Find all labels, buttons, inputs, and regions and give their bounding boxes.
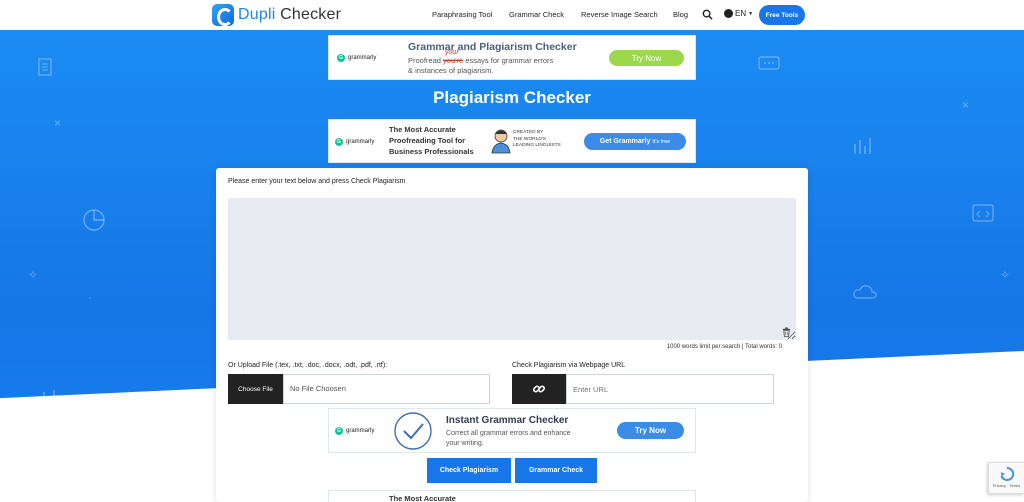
get-grammarly-button[interactable]: Get Grammarly It's free bbox=[584, 133, 686, 150]
ad-mid-text: The Most Accurate Proofreading Tool for … bbox=[389, 125, 474, 156]
ad-next-text: The Most Accurate bbox=[389, 494, 456, 502]
grammar-check-button[interactable]: Grammar Check bbox=[515, 458, 597, 483]
instruction-text: Please enter your text below and press C… bbox=[228, 178, 406, 185]
text-input-area[interactable] bbox=[228, 198, 796, 340]
ad-top-title: Grammar and Plagiarism Checker bbox=[408, 41, 577, 53]
url-input[interactable] bbox=[566, 374, 774, 404]
grammarly-icon: G bbox=[335, 427, 343, 435]
ad-bottom-try-now-button[interactable]: Try Now bbox=[617, 422, 684, 439]
checkmark-icon bbox=[394, 412, 432, 450]
word-limit-text: 1000 words limit per search | Total word… bbox=[666, 344, 782, 350]
grammarly-ad-bottom[interactable]: G grammarly Instant Grammar Checker Corr… bbox=[328, 408, 696, 453]
grammarly-icon: G bbox=[337, 54, 345, 62]
dot-icon: · bbox=[88, 290, 92, 304]
document-icon bbox=[38, 58, 52, 76]
trash-icon[interactable] bbox=[782, 327, 791, 337]
recaptcha-icon bbox=[1000, 466, 1014, 481]
chevron-down-icon: ▼ bbox=[748, 10, 754, 17]
ad-bottom-title: Instant Grammar Checker bbox=[446, 415, 569, 426]
language-selector[interactable]: EN ▼ bbox=[724, 9, 753, 18]
grammarly-icon: G bbox=[335, 138, 343, 146]
cross-icon: × bbox=[54, 116, 62, 130]
logo-text: Dupli Checker bbox=[238, 6, 342, 23]
nav-blog[interactable]: Blog bbox=[673, 10, 688, 19]
chat-icon bbox=[758, 56, 780, 70]
recaptcha-badge[interactable]: Privacy - Terms bbox=[988, 462, 1024, 494]
ad-bottom-text: Correct all grammar errors and enhance y… bbox=[446, 430, 571, 447]
cloud-icon bbox=[853, 285, 877, 299]
grammarly-ad-top[interactable]: G grammarly Grammar and Plagiarism Check… bbox=[328, 35, 696, 80]
nav-paraphrasing-tool[interactable]: Paraphrasing Tool bbox=[432, 10, 492, 19]
grammarly-logo: G grammarly bbox=[335, 138, 374, 146]
link-icon bbox=[532, 385, 546, 393]
ad-mid-created-by: CREATED BY THE WORLD'S LEADING LINGUISTS bbox=[513, 130, 561, 148]
globe-icon bbox=[724, 9, 733, 18]
sparkle-icon: ✧ bbox=[1000, 268, 1011, 282]
grammarly-ad-middle[interactable]: G grammarly The Most Accurate Proofreadi… bbox=[328, 119, 696, 163]
check-plagiarism-button[interactable]: Check Plagiarism bbox=[427, 458, 511, 483]
language-label: EN bbox=[735, 9, 747, 18]
upload-file-label: Or Upload File (.tex, .txt, .doc, .docx,… bbox=[228, 362, 388, 369]
sparkle-icon: ✧ bbox=[28, 268, 39, 282]
logo-icon bbox=[212, 4, 234, 26]
pie-chart-icon bbox=[83, 209, 105, 231]
file-name-field: No File Choosen bbox=[283, 374, 490, 404]
nav-reverse-image-search[interactable]: Reverse Image Search bbox=[581, 10, 658, 19]
plagiarism-checker-card: Please enter your text below and press C… bbox=[216, 168, 808, 502]
free-tools-button[interactable]: Free Tools bbox=[759, 5, 805, 25]
page-title: Plagiarism Checker bbox=[433, 88, 591, 107]
link-button[interactable] bbox=[512, 374, 566, 404]
nav-grammar-check[interactable]: Grammar Check bbox=[509, 10, 564, 19]
site-header: Dupli Checker Paraphrasing Tool Grammar … bbox=[0, 0, 1024, 30]
stats-icon bbox=[854, 138, 871, 154]
code-window-icon bbox=[972, 204, 994, 222]
search-icon[interactable] bbox=[702, 9, 713, 20]
choose-file-button[interactable]: Choose File bbox=[228, 374, 283, 404]
grammarly-logo: G grammarly bbox=[335, 427, 374, 435]
grammarly-ad-next[interactable]: The Most Accurate bbox=[328, 490, 696, 502]
grammarly-logo: G grammarly bbox=[337, 54, 376, 62]
ad-top-line1: Proofread you're your essays for grammar … bbox=[408, 49, 554, 65]
logo[interactable]: Dupli Checker bbox=[212, 4, 341, 26]
linguist-avatar-icon bbox=[491, 129, 511, 154]
recaptcha-links[interactable]: Privacy - Terms bbox=[989, 483, 1024, 488]
url-check-label: Check Plagiarism via Webpage URL bbox=[512, 362, 626, 369]
ad-top-line2: & instances of plagiarism. bbox=[408, 66, 494, 75]
ad-top-try-now-button[interactable]: Try Now bbox=[609, 50, 684, 66]
bar-chart-icon bbox=[38, 390, 55, 406]
